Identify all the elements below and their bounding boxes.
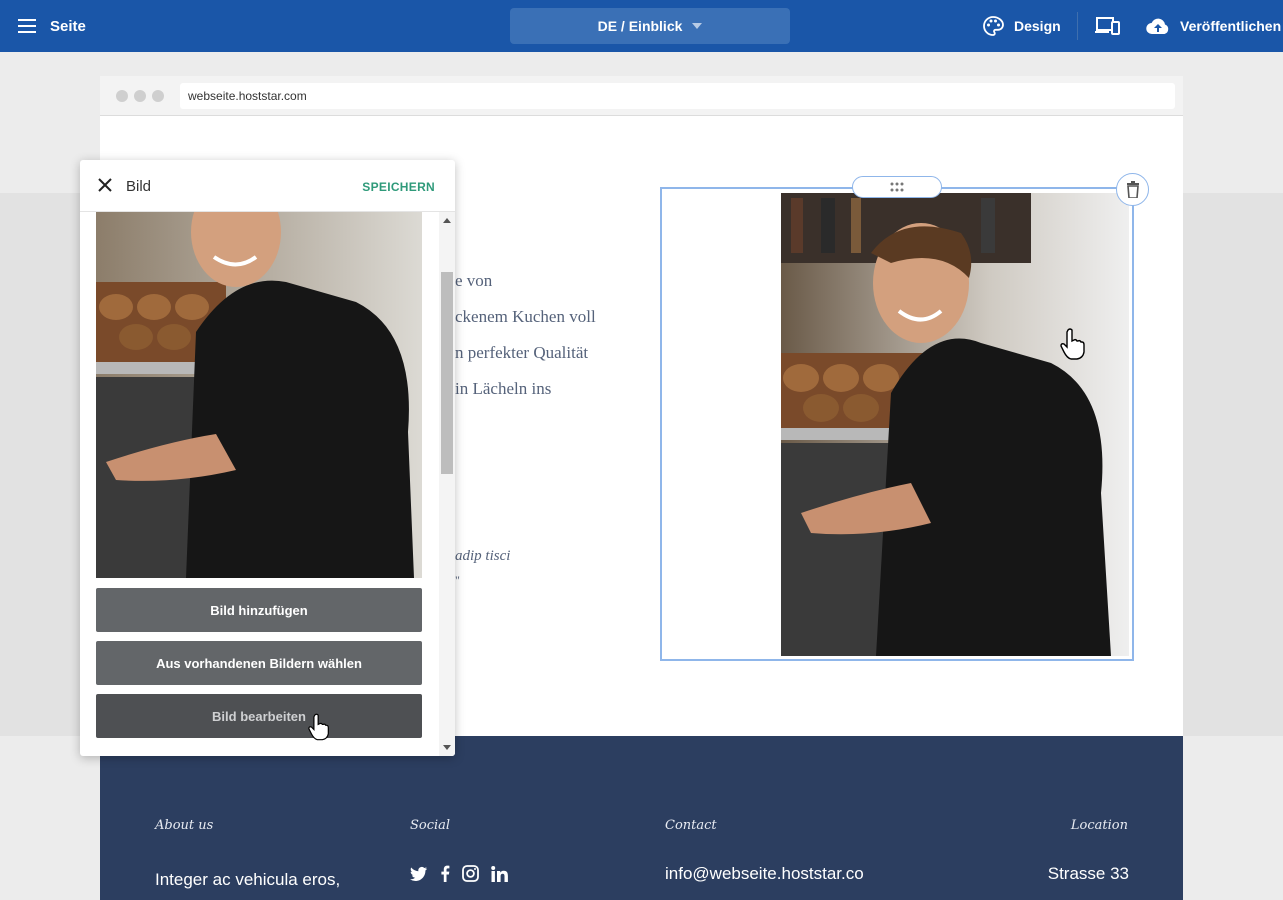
save-button[interactable]: SPEICHERN (362, 180, 435, 194)
window-dot (152, 90, 164, 102)
footer-about-text: Integer ac vehicula eros, (155, 870, 341, 889)
cloud-upload-icon (1146, 18, 1169, 35)
choose-existing-image-button[interactable]: Aus vorhandenen Bildern wählen (96, 641, 422, 685)
url-field: webseite.hoststar.com (180, 83, 1175, 109)
footer-contact-email[interactable]: info@webseite.hoststar.co (665, 864, 864, 884)
page-selector-label: DE / Einblick (597, 18, 683, 34)
social-icons (410, 865, 508, 882)
footer-social-title: Social (410, 818, 451, 833)
panel-header: Bild SPEICHERN (80, 160, 455, 212)
scroll-up-icon[interactable] (443, 218, 451, 223)
toolbar-divider (1077, 12, 1078, 40)
panel-title: Bild (126, 178, 152, 195)
design-button[interactable]: Design (982, 0, 1061, 52)
trash-icon (1126, 181, 1139, 198)
hand-cursor-icon (1060, 328, 1085, 360)
text-line[interactable]: e von (455, 271, 492, 291)
design-label: Design (1014, 18, 1061, 34)
palette-icon (983, 16, 1004, 36)
drag-handle[interactable] (852, 176, 942, 198)
facebook-icon[interactable] (440, 865, 450, 882)
publish-button[interactable]: Veröffentlichen (1146, 0, 1281, 52)
page-menu-button[interactable]: Seite (18, 0, 86, 52)
text-line[interactable]: n perfekter Qualität (455, 343, 588, 363)
device-preview-button[interactable] (1095, 0, 1121, 52)
footer-about-title: About us (155, 818, 214, 833)
barista-photo[interactable] (781, 193, 1129, 656)
devices-icon (1095, 17, 1120, 35)
text-line[interactable]: in Lächeln ins (455, 379, 551, 399)
image-block-selected[interactable] (660, 187, 1134, 661)
image-preview (96, 212, 422, 578)
scrollbar-thumb[interactable] (441, 272, 453, 474)
close-icon[interactable] (98, 178, 112, 192)
footer-contact-title: Contact (665, 818, 717, 833)
linkedin-icon[interactable] (491, 865, 508, 882)
window-dot (134, 90, 146, 102)
image-settings-panel: Bild SPEICHERN Bild hinzufügen Aus vorha… (80, 160, 455, 756)
instagram-icon[interactable] (462, 865, 479, 882)
chevron-down-icon (692, 23, 703, 29)
top-toolbar: Seite DE / Einblick Design Veröffentlich… (0, 0, 1283, 52)
scroll-down-icon[interactable] (443, 745, 451, 750)
hand-cursor-icon (308, 713, 329, 741)
edit-image-button[interactable]: Bild bearbeiten (96, 694, 422, 738)
footer-location-text: Strasse 33 (1047, 864, 1129, 883)
add-image-button[interactable]: Bild hinzufügen (96, 588, 422, 632)
publish-label: Veröffentlichen (1180, 18, 1282, 34)
footer-location-title: Location (1070, 818, 1128, 833)
text-line[interactable]: ckenem Kuchen voll (455, 307, 596, 327)
drag-dots-icon (890, 182, 904, 192)
hamburger-menu-icon[interactable] (18, 18, 38, 34)
delete-image-button[interactable] (1116, 173, 1149, 206)
window-dot (116, 90, 128, 102)
twitter-icon[interactable] (410, 866, 428, 882)
page-selector-dropdown[interactable]: DE / Einblick (510, 8, 790, 44)
menu-label: Seite (50, 17, 86, 35)
site-footer: About us Integer ac vehicula eros, Socia… (100, 736, 1183, 900)
browser-address-bar: webseite.hoststar.com (100, 76, 1183, 116)
quote-mark: " (455, 573, 460, 587)
italic-text-line[interactable]: adip tisci (455, 548, 510, 565)
